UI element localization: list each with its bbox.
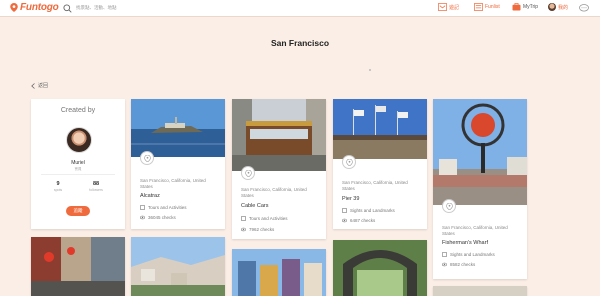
place-card[interactable] — [131, 237, 225, 296]
journal-icon — [438, 3, 447, 11]
chat-icon[interactable] — [579, 4, 589, 12]
creator-card: Created by Muriel 會員 9 spots 88 follower… — [31, 99, 125, 229]
place-photo — [131, 237, 225, 296]
page-title: San Francisco — [270, 38, 330, 48]
stat-label: followers — [89, 188, 103, 192]
category-label: Tours and Activities — [249, 216, 288, 221]
place-card[interactable] — [232, 249, 326, 296]
place-name[interactable]: Fisherman's Wharf — [442, 240, 488, 246]
place-card[interactable]: San Francisco, California, United States… — [131, 99, 225, 229]
eye-icon — [442, 262, 447, 267]
creator-name[interactable]: Muriel — [31, 160, 125, 166]
place-card[interactable]: San Francisco, California, United States… — [232, 99, 326, 239]
place-name[interactable]: Cable Cars — [241, 203, 269, 209]
place-card[interactable] — [31, 237, 125, 296]
place-checks: 8582 checks — [442, 262, 475, 267]
place-card[interactable]: San Francisco, California, United States… — [333, 99, 427, 229]
place-name[interactable]: Pier 39 — [342, 196, 359, 202]
stat-spots: 9 spots — [43, 181, 73, 192]
place-card[interactable]: San Francisco, California, United States… — [433, 99, 527, 279]
place-photo — [433, 286, 527, 296]
creator-avatar[interactable] — [66, 127, 92, 153]
place-checks: 7962 checks — [241, 227, 274, 232]
place-location: San Francisco, California, United States — [241, 187, 307, 198]
nav-journal-label: 遊記 — [449, 4, 460, 11]
checks-label: 6487 checks — [350, 218, 376, 223]
back-link[interactable]: 返回 — [31, 82, 48, 89]
search-input[interactable]: 找景點、活動、地點 — [76, 5, 117, 11]
category-label: Sights and Landmarks — [350, 208, 395, 213]
pin-icon — [442, 199, 456, 213]
place-category: Sights and Landmarks — [342, 208, 395, 213]
divider — [41, 174, 115, 175]
category-label: Sights and Landmarks — [450, 252, 495, 257]
nav-mytrip[interactable]: MyTrip — [512, 3, 538, 11]
place-category: Sights and Landmarks — [442, 252, 495, 257]
creator-subtitle: 會員 — [74, 167, 82, 171]
place-photo — [433, 99, 527, 205]
list-icon — [474, 3, 483, 11]
place-photo — [333, 99, 427, 159]
checks-label: 7962 checks — [249, 227, 275, 232]
logo-text: Funtogo — [20, 2, 59, 13]
nav-funlist-label: Funlist — [485, 4, 500, 10]
nav-profile-label: 我的 — [558, 4, 569, 11]
pin-icon — [140, 151, 154, 165]
category-icon — [342, 208, 347, 213]
avatar — [548, 3, 556, 11]
map-pin-icon — [10, 3, 18, 12]
place-category: Tours and Activities — [140, 205, 187, 210]
checks-label: 8582 checks — [450, 262, 476, 267]
eye-icon — [342, 218, 347, 223]
place-photo — [31, 237, 125, 296]
stat-followers: 88 followers — [81, 181, 111, 192]
place-photo — [232, 99, 326, 171]
nav-mytrip-label: MyTrip — [523, 4, 539, 10]
place-checks: 6487 checks — [342, 218, 375, 223]
pin-icon — [241, 166, 255, 180]
place-photo — [232, 249, 326, 296]
eye-icon — [241, 227, 246, 232]
place-category: Tours and Activities — [241, 216, 288, 221]
nav-journal[interactable]: 遊記 — [438, 3, 459, 11]
search-icon — [63, 3, 72, 13]
place-card[interactable] — [333, 240, 427, 296]
back-label: 返回 — [38, 83, 49, 89]
search-bar[interactable]: 找景點、活動、地點 — [63, 3, 223, 13]
category-label: Tours and Activities — [148, 205, 187, 210]
stat-label: spots — [53, 188, 63, 192]
place-location: San Francisco, California, United States — [442, 225, 508, 236]
chevron-left-icon — [31, 82, 35, 89]
stat-value: 9 — [56, 181, 60, 187]
follow-button[interactable]: 追蹤 — [66, 206, 90, 216]
category-icon — [140, 205, 145, 210]
place-checks: 36045 checks — [140, 215, 176, 220]
top-navbar: Funtogo 找景點、活動、地點 遊記 Funlist MyTrip 我的 — [0, 0, 600, 17]
place-name[interactable]: Alcatraz — [140, 193, 160, 199]
nav-profile[interactable]: 我的 — [548, 3, 568, 11]
eye-icon — [140, 215, 145, 220]
place-photo — [131, 99, 225, 157]
checks-label: 36045 checks — [148, 215, 176, 220]
created-by-label: Created by — [60, 107, 96, 114]
place-card[interactable] — [433, 286, 527, 296]
category-icon — [442, 252, 447, 257]
briefcase-icon — [512, 3, 521, 11]
stat-value: 88 — [92, 181, 100, 187]
place-location: San Francisco, California, United States — [342, 180, 408, 191]
pin-icon — [342, 155, 356, 169]
logo[interactable]: Funtogo — [10, 2, 59, 13]
category-icon — [241, 216, 246, 221]
place-location: San Francisco, California, United States — [140, 178, 206, 189]
divider-dot — [369, 69, 371, 71]
place-photo — [333, 240, 427, 296]
nav-funlist[interactable]: Funlist — [474, 3, 500, 11]
